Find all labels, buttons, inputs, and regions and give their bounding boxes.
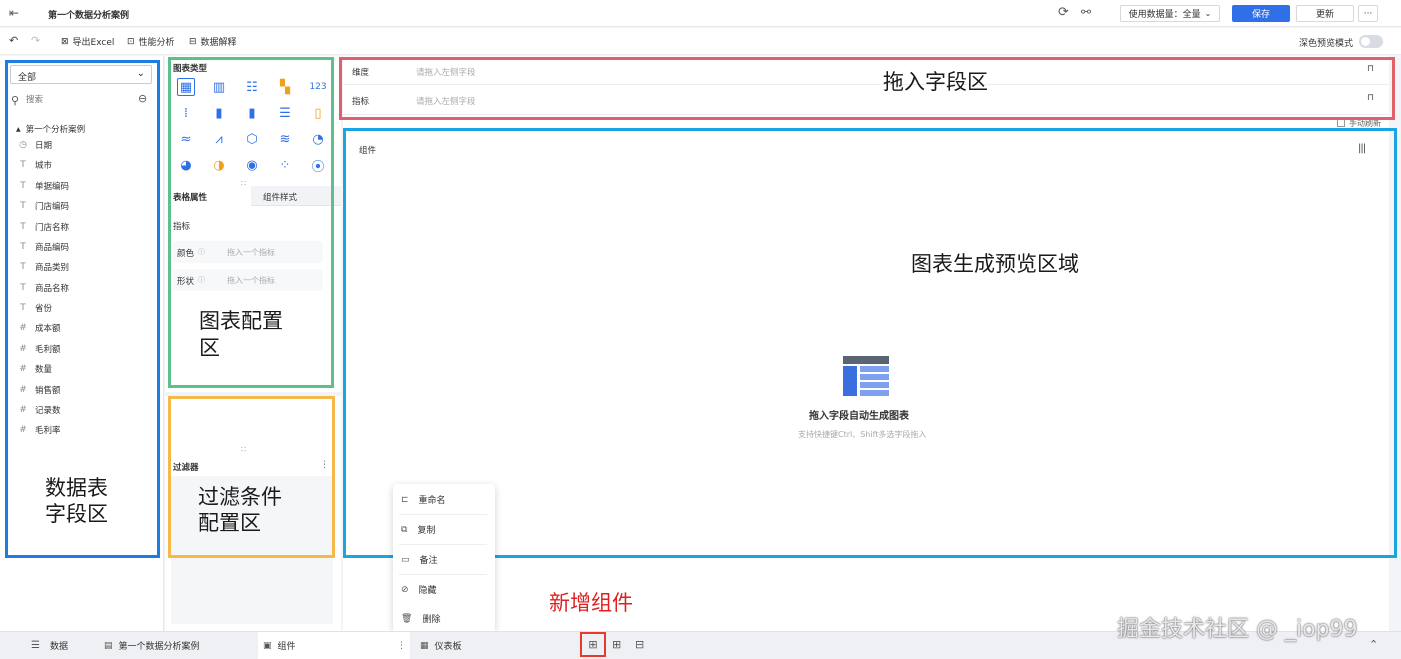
delete-icon: 🗑 bbox=[401, 613, 413, 624]
toggle-knob bbox=[1361, 37, 1370, 46]
toolbar: ↶ ↷ ⊠ 导出Excel ⊡ 性能分析 ⊟ 数据解释 深色预览模式 bbox=[0, 28, 1401, 55]
menu-remark-label: 备注 bbox=[419, 556, 438, 566]
dashboard-icon: ▦ bbox=[420, 640, 429, 651]
analysis-icon: ⊡ bbox=[127, 36, 135, 47]
tab-more-icon[interactable]: ⋮ bbox=[397, 641, 406, 651]
top-bar: ⇤ 第一个数据分析案例 ⟳ ⚯ 使用数据量：全量 ⌄ 保存 更新 ··· bbox=[0, 0, 1401, 27]
chart-config-frame bbox=[168, 57, 334, 388]
table-icon: ▤ bbox=[104, 640, 113, 651]
manual-refresh-checkbox[interactable] bbox=[1337, 119, 1345, 127]
config-zone-annotation-2: 区 bbox=[199, 336, 220, 360]
drop-zone-annotation: 拖入字段区 bbox=[883, 70, 988, 94]
menu-divider bbox=[399, 544, 487, 545]
export-excel-button[interactable]: ⊠ 导出Excel bbox=[61, 35, 115, 49]
explain-label: 数据解释 bbox=[200, 38, 237, 48]
tab-component[interactable]: ▣ 组件 ⋮ bbox=[258, 632, 410, 659]
watermark: 掘金技术社区 @ _iop99 bbox=[1117, 617, 1358, 642]
performance-analysis-button[interactable]: ⊡ 性能分析 bbox=[127, 35, 175, 49]
menu-delete-label: 删除 bbox=[422, 615, 441, 625]
new-component-annotation: 新增组件 bbox=[549, 591, 633, 615]
menu-divider bbox=[399, 514, 487, 515]
preview-zone-frame bbox=[343, 128, 1397, 558]
add-report-icon[interactable]: ⊟ bbox=[635, 638, 644, 651]
tab-data-label: 数据 bbox=[49, 642, 68, 652]
dark-preview-label: 深色预览模式 bbox=[1299, 39, 1354, 49]
add-dashboard-icon[interactable]: ⊞ bbox=[612, 638, 621, 651]
hide-icon: ⊘ bbox=[401, 584, 409, 595]
tab-data[interactable]: ☰ 数据 bbox=[31, 632, 68, 659]
report-title: 第一个数据分析案例 bbox=[48, 11, 130, 21]
menu-item-delete[interactable]: 🗑 删除 bbox=[401, 612, 441, 626]
exit-icon[interactable]: ⇤ bbox=[9, 6, 19, 20]
menu-item-remark[interactable]: ▭ 备注 bbox=[401, 553, 438, 567]
export-label: 导出Excel bbox=[72, 38, 115, 48]
hierarchy-icon[interactable]: ⚯ bbox=[1081, 5, 1091, 19]
excel-icon: ⊠ bbox=[61, 36, 69, 47]
data-volume-select[interactable]: 使用数据量：全量 ⌄ bbox=[1120, 5, 1220, 22]
refresh-icon[interactable]: ⟳ bbox=[1058, 5, 1069, 20]
rename-icon: ⊏ bbox=[401, 494, 409, 505]
remark-icon: ▭ bbox=[401, 554, 410, 565]
preview-zone-annotation: 图表生成预览区域 bbox=[911, 252, 1079, 276]
copy-icon: ⧉ bbox=[401, 524, 408, 535]
explain-icon: ⊟ bbox=[189, 36, 197, 47]
update-button[interactable]: 更新 bbox=[1296, 5, 1354, 22]
add-component-icon: ⊞ bbox=[588, 638, 598, 651]
data-volume-label: 使用数据量：全量 bbox=[1128, 10, 1201, 20]
data-zone-annotation-2: 字段区 bbox=[45, 502, 108, 526]
add-component-button[interactable]: ⊞ bbox=[580, 632, 606, 657]
tab-analysis[interactable]: ▤ 第一个数据分析案例 bbox=[104, 632, 200, 659]
dark-preview-toggle[interactable] bbox=[1359, 35, 1383, 48]
more-button[interactable]: ··· bbox=[1358, 5, 1378, 22]
menu-item-copy[interactable]: ⧉ 复制 bbox=[401, 523, 436, 537]
filter-zone-annotation-2: 配置区 bbox=[198, 511, 261, 535]
tab-dashboard[interactable]: ▦ 仪表板 bbox=[420, 632, 462, 659]
menu-divider bbox=[399, 574, 487, 575]
perf-label: 性能分析 bbox=[138, 38, 175, 48]
drop-zone-frame bbox=[339, 57, 1395, 120]
filter-zone-annotation-1: 过滤条件 bbox=[198, 485, 282, 509]
menu-item-rename[interactable]: ⊏ 重命名 bbox=[401, 493, 446, 507]
tab-dashboard-label: 仪表板 bbox=[434, 642, 462, 652]
tab-analysis-label: 第一个数据分析案例 bbox=[118, 642, 200, 652]
database-icon: ☰ bbox=[31, 640, 40, 651]
save-button[interactable]: 保存 bbox=[1232, 5, 1290, 22]
redo-icon[interactable]: ↷ bbox=[31, 34, 40, 47]
undo-icon[interactable]: ↶ bbox=[9, 34, 18, 47]
tab-component-label: 组件 bbox=[277, 642, 296, 652]
component-icon: ▣ bbox=[263, 640, 272, 651]
config-zone-annotation-1: 图表配置 bbox=[199, 309, 283, 333]
context-menu: ⊏ 重命名 ⧉ 复制 ▭ 备注 ⊘ 隐藏 🗑 删除 bbox=[393, 484, 495, 632]
collapse-up-icon[interactable]: ⌃ bbox=[1369, 638, 1378, 651]
data-zone-annotation-1: 数据表 bbox=[45, 476, 108, 500]
menu-rename-label: 重命名 bbox=[418, 496, 446, 506]
menu-hide-label: 隐藏 bbox=[418, 586, 437, 596]
chevron-down-icon: ⌄ bbox=[1204, 9, 1212, 18]
menu-copy-label: 复制 bbox=[417, 526, 436, 536]
data-explain-button[interactable]: ⊟ 数据解释 bbox=[189, 35, 237, 49]
menu-item-hide[interactable]: ⊘ 隐藏 bbox=[401, 583, 437, 597]
